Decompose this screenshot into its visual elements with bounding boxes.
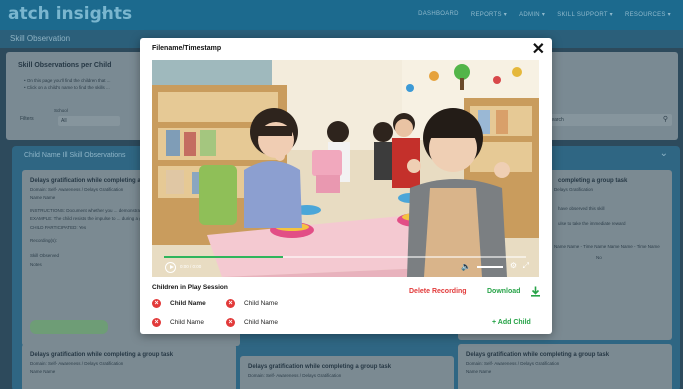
child-chip: × Child Name [226,299,278,308]
card-text: ulse to take the immediate reward [558,221,626,226]
recordings-links[interactable]: Name Name - Time Name Name Name - Time N… [554,244,672,249]
close-icon[interactable]: ✕ [532,39,545,59]
school-filter-label: School [54,108,68,113]
card-domain: Domain: Self- Awareness / Delays Gratifi… [466,361,560,366]
remove-child-icon[interactable]: × [226,318,235,327]
card-title: Delays gratification while completing a … [466,352,610,358]
nav-admin[interactable]: ADMIN ▾ [519,11,545,18]
video-progress-bar[interactable] [164,256,526,258]
child-chip: × Child Name [152,299,206,308]
observation-card: Delays gratification while completing a … [22,344,236,389]
chevron-down-icon[interactable]: ⌄ [660,148,668,159]
play-icon[interactable] [165,262,176,273]
page-title: Skill Observations per Child [18,62,112,69]
fullscreen-icon[interactable]: ⤢ [523,261,529,271]
card-text: have observed this skill [558,206,605,211]
add-child-button[interactable]: + Add Child [492,319,531,326]
child-name: Child Name [170,319,204,326]
child-name: Child Name [170,300,206,307]
page-section-title: Skill Observation [10,34,71,43]
observation-card: Delays gratification while completing a … [458,344,672,389]
nav-skill-support[interactable]: SKILL SUPPORT ▾ [557,11,613,18]
chevron-down-icon[interactable]: ▼ [100,9,109,19]
download-icon[interactable] [530,286,541,297]
filters-label: Filters [20,116,34,122]
card-domain: Delays Gratification [554,187,594,192]
settings-icon[interactable]: ⚙ [510,261,517,270]
card-title: Delays gratification while completing a … [248,364,392,370]
top-nav-menu: DASHBOARD REPORTS ▾ ADMIN ▾ SKILL SUPPOR… [418,11,671,18]
card-domain: Domain: Self- Awareness / Delays Gratifi… [30,361,124,366]
video-controls: 0:00 / 0:00 🔈 ⚙ ⤢ [152,251,539,277]
video-frame [152,60,539,277]
search-input[interactable]: Search ⚲ [544,114,672,126]
card-domain: Domain: Self- Awareness / Delays Gratifi… [248,373,342,378]
child-chip: × Child Name [226,318,278,327]
instruction-line-2: • Click on a child's name to find the sk… [24,85,110,90]
school-select[interactable]: All [58,116,120,126]
top-navigation-bar: atch insights ▼ DASHBOARD REPORTS ▾ ADMI… [0,0,683,30]
instruction-line-1: • On this page you'll find the children … [24,78,111,83]
remove-child-icon[interactable]: × [152,299,161,308]
save-button[interactable] [30,320,108,334]
video-time: 0:00 / 0:00 [180,264,202,269]
search-icon: ⚲ [662,116,668,123]
video-player[interactable]: 0:00 / 0:00 🔈 ⚙ ⤢ [152,60,539,277]
child-name: Child Name [244,319,278,326]
download-button[interactable]: Download [487,288,520,295]
volume-slider[interactable] [477,266,503,268]
panel-title: Child Name Ill Skill Observations [24,152,126,159]
card-name: Name Name [30,369,56,374]
recording-modal: Filename/Timestamp ✕ 0:00 / 0:00 🔈 ⚙ ⤢ C… [140,38,552,334]
remove-child-icon[interactable]: × [226,299,235,308]
card-name: Name Name [466,369,492,374]
no-option[interactable]: No [596,255,672,260]
card-title: completing a group task [558,178,628,184]
modal-title: Filename/Timestamp [152,45,222,52]
child-chip: × Child Name [152,318,204,327]
app-logo[interactable]: atch insights [8,4,132,24]
remove-child-icon[interactable]: × [152,318,161,327]
nav-dashboard[interactable]: DASHBOARD [418,11,459,18]
observation-card: Delays gratification while completing a … [240,356,454,389]
video-progress-fill [164,256,284,258]
delete-recording-button[interactable]: Delete Recording [409,288,467,295]
card-title: Delays gratification while completing a … [30,352,174,358]
nav-resources[interactable]: RESOURCES ▾ [625,11,671,18]
child-name: Child Name [244,300,278,307]
volume-icon[interactable]: 🔈 [461,262,471,271]
nav-reports[interactable]: REPORTS ▾ [471,11,507,18]
play-session-title: Children in Play Session [152,284,228,291]
